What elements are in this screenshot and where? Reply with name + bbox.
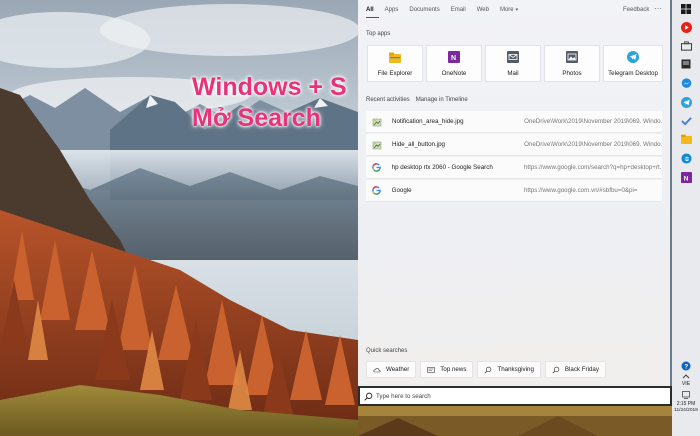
quick-searches-title: Quick searches	[366, 348, 408, 354]
app-tile-file-explorer[interactable]: File Explorer	[367, 45, 423, 82]
recent-item-name: Google	[391, 187, 412, 194]
onenote-icon[interactable]: N	[680, 171, 692, 183]
app-tile-mail[interactable]: Mail	[485, 45, 541, 82]
tab-apps[interactable]: Apps	[385, 6, 404, 18]
tab-more-label: More	[499, 7, 514, 13]
app-tile-telegram-desktop[interactable]: Telegram Desktop	[603, 45, 663, 82]
quick-search-black-friday[interactable]: Black Friday	[544, 361, 606, 378]
quick-searches-list: Weather Top news Thanksgiving Black Frid…	[366, 361, 606, 378]
mail-icon	[507, 51, 519, 63]
recent-item-hide-all-button[interactable]: Hide_all_button.jpg OneDrive\Work\2019\N…	[366, 134, 662, 156]
caret-down-icon: ▾	[515, 7, 519, 13]
telegram-icon[interactable]	[680, 96, 692, 108]
recent-activities-title: Recent activities	[366, 97, 410, 103]
onenote-icon: N	[448, 51, 460, 63]
app-tile-label: File Explorer	[377, 70, 413, 77]
search-box[interactable]	[358, 386, 672, 406]
search-scope-tabs: All Apps Documents Email Web More ▾	[366, 6, 529, 18]
app-tile-onenote[interactable]: N OneNote	[426, 45, 482, 82]
image-file-icon	[372, 117, 382, 127]
recent-activities-header: Recent activities Manage in Timeline	[366, 97, 468, 103]
quick-search-label: Weather	[386, 366, 410, 373]
desktop-wallpaper	[0, 0, 358, 436]
recent-item-path: https://www.google.com.vn/#sbfbu=0&pi=	[523, 187, 638, 194]
search-input[interactable]	[376, 392, 656, 400]
folder-icon	[389, 51, 401, 63]
recent-activities-list: Notification_area_hide.jpg OneDrive\Work…	[366, 111, 662, 203]
quick-search-label: Black Friday	[564, 366, 599, 373]
app-tile-label: Mail	[507, 70, 519, 77]
quick-search-weather[interactable]: Weather	[366, 361, 417, 378]
clock-time[interactable]: 2:15 PM	[672, 401, 700, 407]
tab-all[interactable]: All	[366, 6, 379, 18]
recent-item-path: OneDrive\Work\2019\November 2019\069. Wi…	[524, 118, 662, 125]
tab-web[interactable]: Web	[477, 6, 494, 18]
briefcase-icon[interactable]	[680, 40, 692, 52]
image-file-icon	[372, 140, 382, 150]
quick-search-thanksgiving[interactable]: Thanksgiving	[477, 361, 541, 378]
caption-line-1: Windows + S	[192, 73, 347, 101]
notification-icon[interactable]	[680, 389, 692, 401]
recent-item-name: Hide_all_button.jpg	[392, 141, 445, 148]
app-tile-label: Telegram Desktop	[608, 70, 658, 77]
search-icon	[363, 391, 373, 401]
edge-icon[interactable]	[680, 152, 692, 164]
quick-search-label: Thanksgiving	[497, 366, 534, 373]
search-icon	[552, 366, 560, 374]
search-panel: All Apps Documents Email Web More ▾ Feedb…	[358, 0, 670, 386]
tab-email[interactable]: Email	[451, 6, 471, 18]
recent-item-name: Notification_area_hide.jpg	[392, 118, 464, 125]
google-icon	[372, 163, 382, 173]
checkmark-icon[interactable]	[680, 115, 692, 127]
app-tile-label: Photos	[562, 70, 582, 77]
landscape-strip-image	[358, 406, 672, 436]
news-icon	[427, 366, 436, 374]
app-tile-label: OneNote	[441, 70, 467, 77]
feedback-link[interactable]: Feedback	[623, 7, 649, 13]
weather-icon	[373, 366, 381, 374]
taskbar: N ? VIE 2:15 PM 11/24/2019	[672, 0, 700, 436]
svg-text:N: N	[683, 175, 688, 182]
manage-timeline-link[interactable]: Manage in Timeline	[416, 97, 468, 103]
tab-documents[interactable]: Documents	[409, 6, 444, 18]
messenger-icon[interactable]	[680, 77, 692, 89]
caption-line-2: Mở Search	[192, 104, 321, 132]
photos-icon	[566, 51, 578, 63]
quick-search-top-news[interactable]: Top news	[420, 361, 474, 378]
svg-text:N: N	[451, 55, 456, 62]
recent-item-name: hp desktop rtx 2060 - Google Search	[391, 164, 493, 171]
recent-item-google[interactable]: Google https://www.google.com.vn/#sbfbu=…	[366, 180, 662, 202]
search-icon	[484, 366, 492, 374]
telegram-icon	[627, 51, 639, 63]
top-apps-title: Top apps	[366, 31, 391, 37]
file-explorer-icon[interactable]	[680, 133, 692, 145]
clock-date[interactable]: 11/24/2019	[672, 408, 700, 413]
tab-more[interactable]: More ▾	[500, 6, 523, 18]
quick-search-label: Top news	[440, 366, 467, 373]
recent-item-path: https://www.google.com/search?q=hp+deskt…	[523, 164, 662, 171]
mountain-landscape-image	[0, 0, 358, 436]
google-icon	[372, 186, 382, 196]
youtube-icon[interactable]	[680, 21, 692, 33]
desktop-strip	[358, 406, 672, 436]
recent-item-notification-area-hide[interactable]: Notification_area_hide.jpg OneDrive\Work…	[366, 111, 662, 133]
recent-item-hp-desktop-search[interactable]: hp desktop rtx 2060 - Google Search http…	[366, 157, 662, 179]
top-apps-list: File Explorer N OneNote Mail Photos Tele…	[367, 45, 663, 82]
app-tile-photos[interactable]: Photos	[544, 45, 600, 82]
recent-item-path: OneDrive\Work\2019\November 2019\069. Wi…	[524, 141, 662, 148]
more-options-button[interactable]: ···	[654, 4, 662, 13]
windows-start-icon[interactable]	[680, 3, 692, 15]
notes-icon[interactable]	[680, 58, 692, 70]
keyboard-shortcut-caption: Windows + S Mở Search	[192, 72, 347, 134]
input-language-indicator[interactable]: VIE	[672, 381, 700, 387]
